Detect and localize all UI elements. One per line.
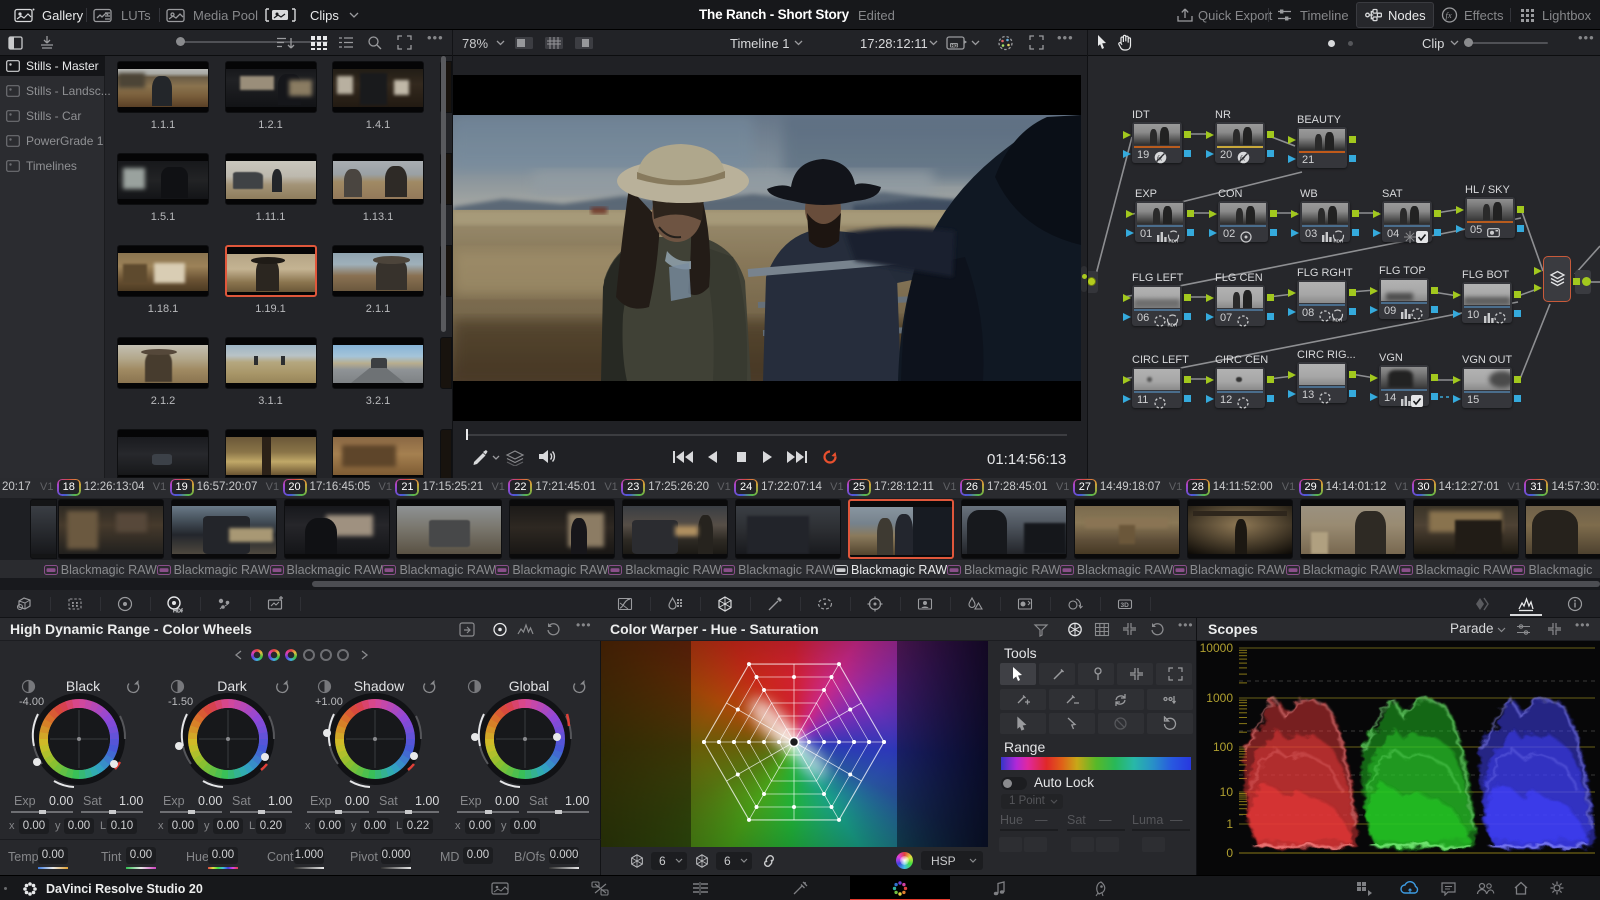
svg-text:HQ: HQ (951, 43, 958, 48)
svg-text:10000: 10000 (1200, 641, 1234, 655)
svg-text:HDR: HDR (1333, 318, 1343, 323)
svg-text:HDR: HDR (1168, 323, 1178, 328)
svg-text:3D: 3D (1121, 602, 1130, 609)
svg-text:fx: fx (1446, 10, 1452, 20)
svg-text:10: 10 (1220, 785, 1234, 799)
svg-text:1000: 1000 (1206, 691, 1233, 705)
svg-text:100: 100 (1213, 740, 1233, 754)
svg-text:HDR: HDR (173, 609, 183, 614)
svg-text:1: 1 (1226, 817, 1233, 831)
svg-text:0: 0 (1226, 846, 1233, 860)
svg-text:HDR: HDR (1334, 239, 1344, 244)
svg-text:HDR: HDR (1169, 239, 1179, 244)
